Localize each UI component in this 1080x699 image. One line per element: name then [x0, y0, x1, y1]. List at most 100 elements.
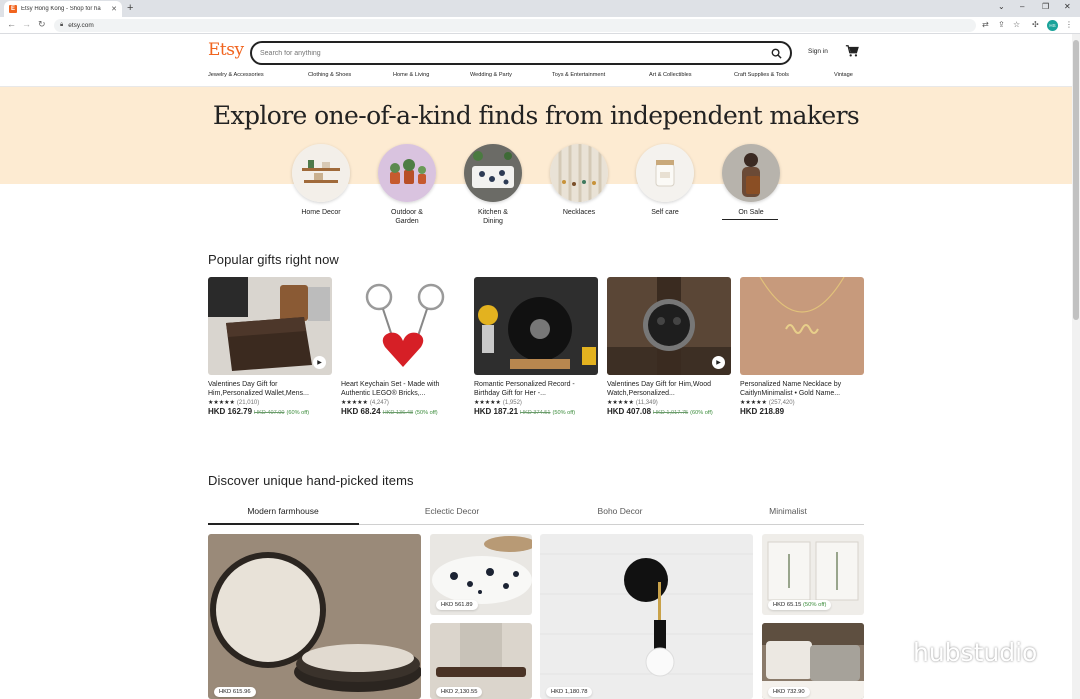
product-rating: ★★★★★ (4,247)	[341, 399, 465, 406]
circle-label-outdoor[interactable]: Outdoor & Garden	[367, 208, 447, 226]
tab-modern-farmhouse[interactable]: Modern farmhouse	[208, 506, 358, 516]
price-tag: HKD 732.90	[768, 687, 810, 697]
star-rating-icon: ★★★★★	[341, 400, 368, 406]
tab-eclectic-decor[interactable]: Eclectic Decor	[377, 506, 527, 516]
close-window-button[interactable]: ✕	[1064, 2, 1071, 11]
address-bar[interactable]: 🔒︎ etsy.com	[54, 19, 976, 32]
circle-kitchen-dining[interactable]	[464, 144, 522, 202]
back-icon[interactable]: ←	[7, 19, 16, 29]
category-art[interactable]: Art & Collectibles	[649, 72, 692, 78]
menu-icon[interactable]: ⋮	[1065, 20, 1073, 29]
maximize-button[interactable]: ❐	[1042, 2, 1049, 11]
product-title[interactable]: Romantic Personalized Record - Birthday …	[474, 380, 598, 398]
item-tray[interactable]: HKD 2,130.55	[430, 623, 532, 699]
product-card-keychain[interactable]: Heart Keychain Set - Made with Authentic…	[341, 277, 465, 416]
product-card-wallet[interactable]: ▶ Valentines Day Gift for Him,Personaliz…	[208, 277, 332, 416]
review-count: (1,952)	[502, 400, 522, 406]
circle-label-kitchen[interactable]: Kitchen & Dining	[453, 208, 533, 226]
category-nav: Jewelry & Accessories Clothing & Shoes H…	[208, 72, 858, 82]
item-prints[interactable]: HKD 65.15 (50% off)	[762, 534, 864, 615]
tab-boho-decor[interactable]: Boho Decor	[545, 506, 695, 516]
circle-label-self-care[interactable]: Self care	[625, 208, 705, 217]
product-image-keychain[interactable]	[341, 277, 465, 375]
item-dish[interactable]: HKD 561.89	[430, 534, 532, 615]
search-input[interactable]	[260, 49, 771, 57]
product-rating: ★★★★★ (257,420)	[740, 399, 864, 406]
circle-label-home-decor[interactable]: Home Decor	[281, 208, 361, 217]
product-title[interactable]: Valentines Day Gift for Him,Personalized…	[208, 380, 332, 398]
product-image-record[interactable]	[474, 277, 598, 375]
search-icon[interactable]	[771, 48, 782, 59]
tab-close-icon[interactable]: ✕	[111, 5, 117, 13]
category-wedding[interactable]: Wedding & Party	[470, 72, 512, 78]
review-count: (4,247)	[369, 400, 389, 406]
circle-label-necklaces[interactable]: Necklaces	[539, 208, 619, 217]
category-craft[interactable]: Craft Supplies & Tools	[734, 72, 789, 78]
product-rating: ★★★★★ (11,349)	[607, 399, 731, 406]
original-price: HKD 1,017.75	[653, 410, 689, 416]
extensions-icon[interactable]: ✣	[1032, 20, 1039, 29]
item-pillows[interactable]: HKD 732.90	[762, 623, 864, 699]
original-price: HKD 407.00	[254, 410, 285, 416]
etsy-favicon-icon: E	[9, 5, 17, 13]
circle-self-care[interactable]	[636, 144, 694, 202]
category-toys[interactable]: Toys & Entertainment	[552, 72, 605, 78]
category-jewelry[interactable]: Jewelry & Accessories	[208, 72, 264, 78]
popular-gifts-title: Popular gifts right now	[208, 252, 339, 267]
discount: (50% off)	[552, 410, 576, 416]
lock-icon: 🔒︎	[60, 22, 64, 28]
play-video-icon[interactable]: ▶	[712, 356, 725, 369]
hubstudio-watermark: hubstudio	[872, 638, 1037, 667]
minimize-button[interactable]: –	[1020, 2, 1024, 11]
home-decor-image	[292, 144, 350, 202]
product-image-watch[interactable]: ▶	[607, 277, 731, 375]
category-vintage[interactable]: Vintage	[834, 72, 853, 78]
product-card-record[interactable]: Romantic Personalized Record - Birthday …	[474, 277, 598, 416]
self-care-image	[636, 144, 694, 202]
star-rating-icon: ★★★★★	[740, 400, 767, 406]
new-tab-button[interactable]: +	[127, 2, 133, 14]
circle-necklaces[interactable]	[550, 144, 608, 202]
sale-price: HKD 68.24	[341, 407, 381, 416]
product-price: HKD 218.89	[740, 407, 864, 416]
etsy-logo[interactable]: Etsy	[208, 40, 244, 60]
tab-search-icon[interactable]: ⌄	[998, 2, 1005, 11]
search-bar[interactable]	[250, 41, 792, 65]
page-scrollbar[interactable]	[1072, 34, 1080, 699]
play-video-icon[interactable]: ▶	[313, 356, 326, 369]
product-title[interactable]: Heart Keychain Set - Made with Authentic…	[341, 380, 465, 398]
sale-price: HKD 187.21	[474, 407, 519, 416]
product-price: HKD 187.21 HKD 374.51 (50% off)	[474, 407, 598, 416]
cart-icon[interactable]	[845, 44, 859, 58]
category-home[interactable]: Home & Living	[393, 72, 429, 78]
forward-icon[interactable]: →	[22, 19, 31, 29]
product-card-necklace[interactable]: Personalized Name Necklace by CaitlynMin…	[740, 277, 864, 416]
circle-label-on-sale[interactable]: On Sale	[711, 208, 791, 217]
translate-icon[interactable]: ⇄	[982, 20, 989, 29]
product-title[interactable]: Valentines Day Gift for Him,Wood Watch,P…	[607, 380, 731, 398]
item-wall-lamp[interactable]: HKD 1,180.78	[540, 534, 753, 699]
category-clothing[interactable]: Clothing & Shoes	[308, 72, 351, 78]
product-image-wallet[interactable]: ▶	[208, 277, 332, 375]
discount: (50% off)	[802, 602, 827, 608]
product-price: HKD 162.79 HKD 407.00 (60% off)	[208, 407, 332, 416]
sign-in-link[interactable]: Sign in	[808, 48, 828, 55]
circle-home-decor[interactable]	[292, 144, 350, 202]
profile-avatar[interactable]: HS	[1047, 20, 1058, 31]
circle-outdoor-garden[interactable]	[378, 144, 436, 202]
discount: (50% off)	[415, 410, 438, 416]
scrollbar-thumb[interactable]	[1073, 40, 1079, 320]
circle-on-sale[interactable]	[722, 144, 780, 202]
item-plates[interactable]: HKD 615.96	[208, 534, 421, 699]
product-title[interactable]: Personalized Name Necklace by CaitlynMin…	[740, 380, 864, 398]
tab-minimalist[interactable]: Minimalist	[713, 506, 863, 516]
product-card-watch[interactable]: ▶ Valentines Day Gift for Him,Wood Watch…	[607, 277, 731, 416]
star-rating-icon: ★★★★★	[607, 400, 634, 406]
star-icon[interactable]: ☆	[1013, 20, 1020, 29]
browser-tab[interactable]: E Etsy Hong Kong - Shop for ha ✕	[4, 1, 122, 17]
price-tag: HKD 65.15 (50% off)	[768, 600, 832, 610]
sale-price: HKD 407.08	[607, 407, 652, 416]
reload-icon[interactable]: ↻	[38, 19, 46, 30]
product-image-necklace[interactable]	[740, 277, 864, 375]
share-icon[interactable]: ⇪	[998, 20, 1005, 29]
